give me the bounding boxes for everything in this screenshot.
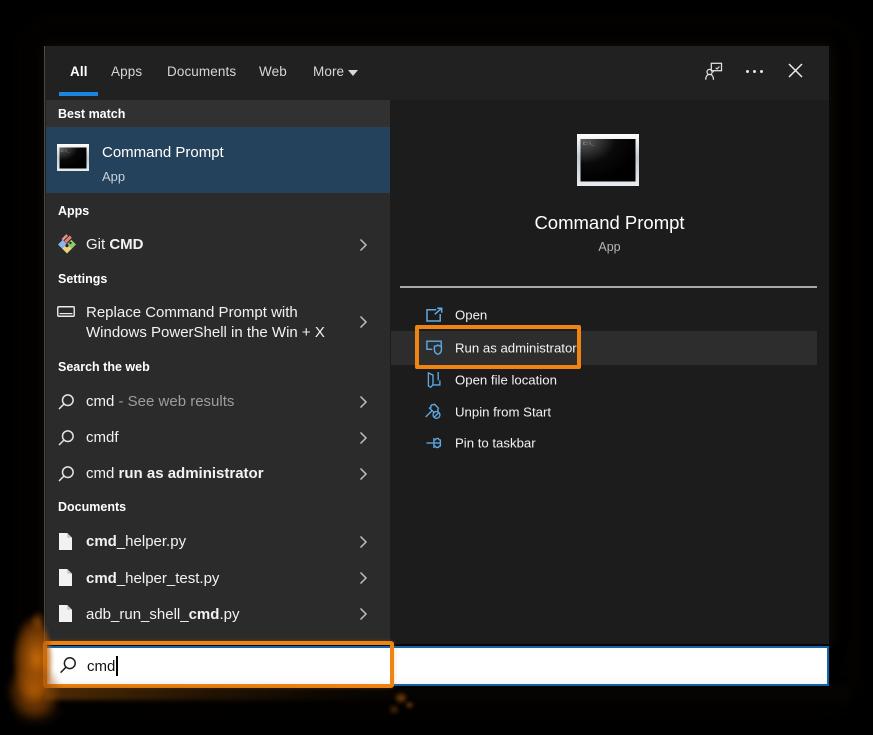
svg-text:C:\_: C:\_ — [61, 149, 71, 154]
svg-text:C:\_: C:\_ — [583, 141, 595, 147]
